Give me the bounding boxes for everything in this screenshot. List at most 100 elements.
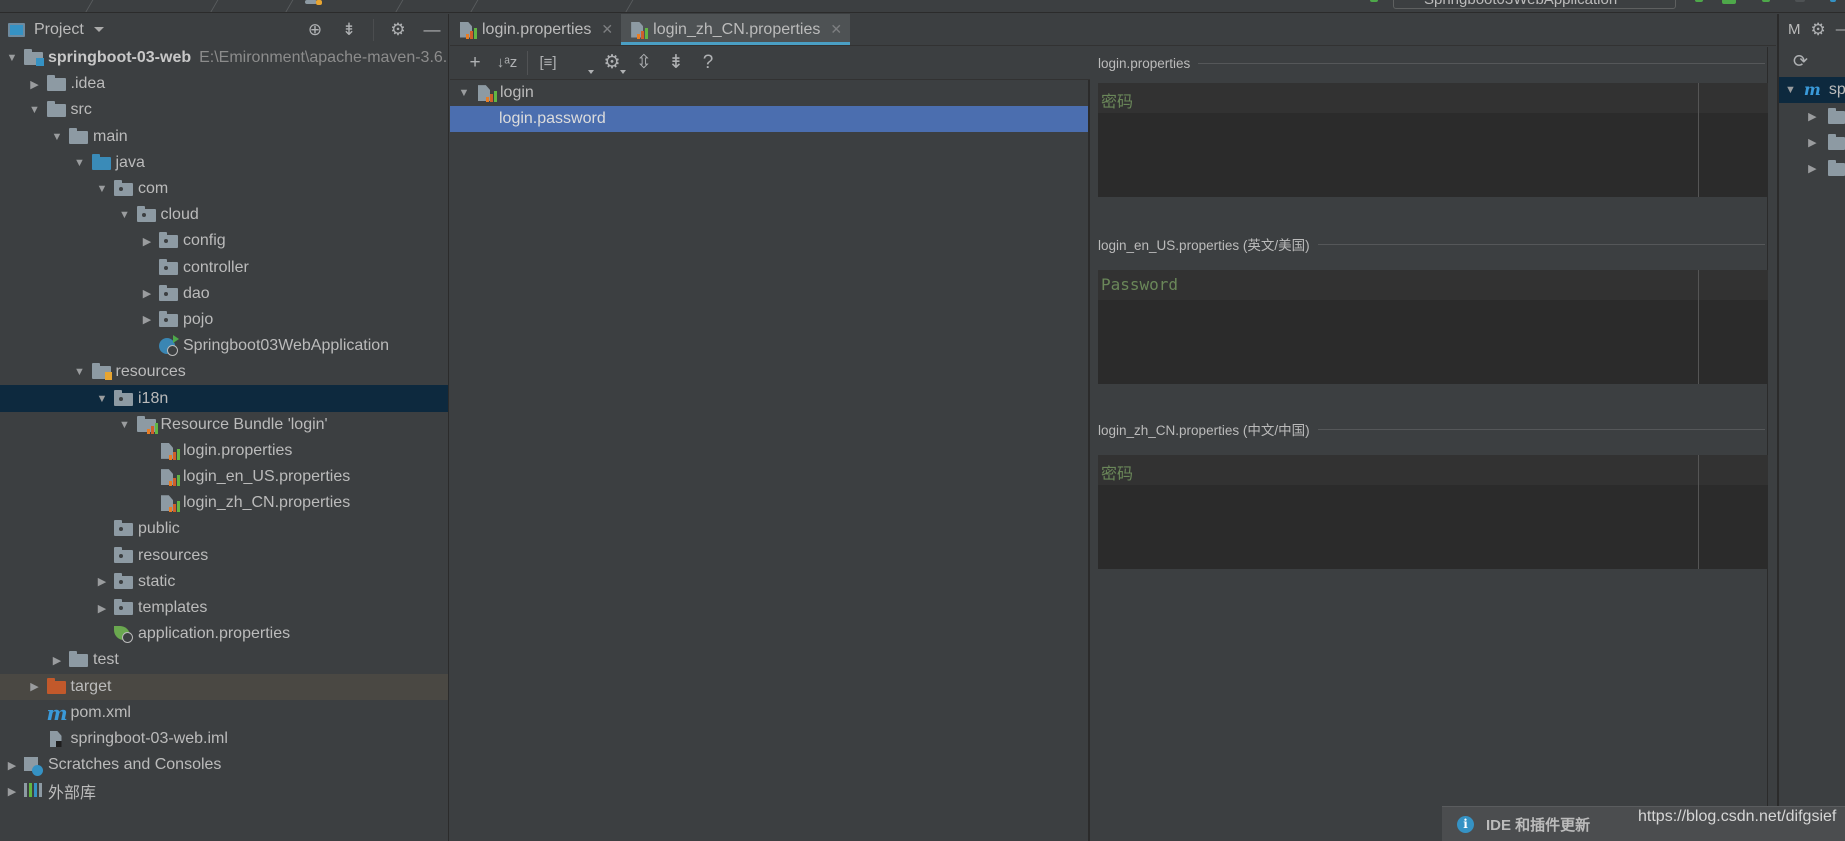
notification-text[interactable]: IDE 和插件更新 xyxy=(1486,814,1590,835)
collapse-arrow-icon[interactable]: ▶ xyxy=(139,233,155,249)
collapse-all-icon[interactable]: ⇟ xyxy=(339,20,359,40)
run-icon[interactable] xyxy=(1695,0,1703,2)
refresh-icon[interactable]: ⟳ xyxy=(1779,45,1845,77)
tree-item[interactable]: controller xyxy=(0,255,448,281)
tree-item[interactable]: ▶ test xyxy=(0,647,448,673)
expand-arrow-icon[interactable]: ▼ xyxy=(72,155,88,171)
tree-item[interactable]: resources xyxy=(0,543,448,569)
minimize-icon[interactable]: — xyxy=(422,20,442,40)
expand-arrow-icon[interactable]: ▼ xyxy=(4,50,20,66)
property-key-login-password[interactable]: login.password xyxy=(450,106,1088,133)
structure-icon[interactable] xyxy=(1830,0,1836,2)
project-view-selector[interactable]: Project xyxy=(34,21,84,39)
expand-arrow-icon[interactable]: ▼ xyxy=(456,85,472,101)
expand-arrow-icon[interactable]: ▶ xyxy=(1805,160,1820,176)
chevron-down-icon[interactable] xyxy=(93,27,104,32)
tree-item[interactable]: public xyxy=(0,516,448,542)
debug-icon[interactable] xyxy=(1722,0,1736,4)
maven-lifecycle-row[interactable]: ▶ xyxy=(1779,103,1845,129)
gear-icon[interactable]: ⚙ xyxy=(596,49,628,77)
expand-all-icon[interactable]: ⇳ xyxy=(628,49,660,77)
dropdown-icon[interactable] xyxy=(564,49,596,77)
property-value[interactable]: Password xyxy=(1101,275,1178,294)
tree-item[interactable]: ▼ main xyxy=(0,124,448,150)
tree-item[interactable]: application.properties xyxy=(0,621,448,647)
expand-arrow-icon[interactable]: ▶ xyxy=(1805,108,1820,124)
collapse-arrow-icon[interactable]: ▶ xyxy=(94,600,110,616)
collapse-arrow-icon[interactable]: ▶ xyxy=(139,312,155,328)
collapse-arrow-icon[interactable]: ▶ xyxy=(4,783,20,799)
minimize-icon[interactable]: — xyxy=(1836,21,1845,38)
run-configuration-selector[interactable]: Springboot03WebApplication xyxy=(1393,0,1676,9)
value-editor[interactable]: Password xyxy=(1098,270,1768,384)
tree-item[interactable]: ▶ .idea xyxy=(0,71,448,97)
tree-item-label: config xyxy=(183,232,226,250)
add-icon[interactable]: + xyxy=(459,49,491,77)
tree-item[interactable]: springboot-03-web.iml xyxy=(0,726,448,752)
locate-icon[interactable]: ⊕ xyxy=(305,20,325,40)
tree-item[interactable]: ▶ target xyxy=(0,673,448,700)
group-icon[interactable]: [≡] xyxy=(532,49,564,77)
collapse-all-icon[interactable]: ⇟ xyxy=(660,49,692,77)
tree-item[interactable]: ▼ cloud xyxy=(0,202,448,228)
tree-item[interactable]: m pom.xml xyxy=(0,700,448,726)
tree-item[interactable]: ▶ pojo xyxy=(0,307,448,333)
folder-icon xyxy=(69,127,89,145)
collapse-arrow-icon[interactable]: ▶ xyxy=(4,757,20,773)
property-value[interactable]: 密码 xyxy=(1101,88,1133,112)
close-icon[interactable]: ✕ xyxy=(830,21,842,38)
maven-project-row[interactable]: ▼ m sp xyxy=(1779,77,1845,103)
build-icon[interactable] xyxy=(1370,0,1378,2)
tree-item[interactable]: login_en_US.properties xyxy=(0,464,448,490)
expand-arrow-icon[interactable]: ▶ xyxy=(1805,134,1820,150)
tree-item[interactable]: ▶ Scratches and Consoles xyxy=(0,752,448,778)
tree-item[interactable]: ▼ com xyxy=(0,176,448,202)
tab-login-zh-cn-properties[interactable]: login_zh_CN.properties ✕ xyxy=(621,14,851,45)
collapse-arrow-icon[interactable]: ▶ xyxy=(27,76,43,92)
package-icon xyxy=(159,284,179,302)
tree-item[interactable]: ▶ config xyxy=(0,228,448,254)
help-icon[interactable]: ? xyxy=(692,49,724,77)
collapse-arrow-icon[interactable]: ▶ xyxy=(94,574,110,590)
tree-item[interactable]: ▼ Resource Bundle 'login' xyxy=(0,412,448,438)
key-group-login[interactable]: ▼ login xyxy=(450,80,1088,106)
maven-plugins-row[interactable]: ▶ xyxy=(1779,129,1845,155)
expand-arrow-icon[interactable]: ▼ xyxy=(49,129,65,145)
gear-icon[interactable]: ⚙ xyxy=(1811,20,1826,40)
tree-item[interactable]: ▶ dao xyxy=(0,281,448,307)
gear-icon[interactable]: ⚙ xyxy=(388,20,408,40)
tree-item[interactable]: ▶ templates xyxy=(0,595,448,621)
properties-file-icon xyxy=(460,21,477,39)
collapse-arrow-icon[interactable]: ▶ xyxy=(49,652,65,668)
expand-arrow-icon[interactable]: ▼ xyxy=(27,102,43,118)
stop-icon[interactable] xyxy=(1795,0,1805,2)
tree-item[interactable]: ▼ resources xyxy=(0,359,448,385)
tree-item[interactable]: ▶ 外部库 xyxy=(0,778,448,804)
folder-icon xyxy=(46,75,67,92)
value-editor[interactable]: 密码 xyxy=(1098,83,1768,197)
property-values-panel: login.properties 密码 login_en_US.properti… xyxy=(1098,47,1768,841)
tab-login-properties[interactable]: login.properties ✕ xyxy=(450,14,621,45)
tree-item[interactable]: ▼ java xyxy=(0,150,448,176)
tree-item[interactable]: ▼ src xyxy=(0,97,448,123)
tree-item[interactable]: login_zh_CN.properties xyxy=(0,490,448,516)
expand-arrow-icon[interactable]: ▼ xyxy=(1785,82,1796,98)
maven-dependencies-row[interactable]: ▶ xyxy=(1779,155,1845,181)
close-icon[interactable]: ✕ xyxy=(601,21,613,38)
sort-alpha-icon[interactable]: ↓ᵃz xyxy=(491,49,523,77)
property-value[interactable]: 密码 xyxy=(1101,460,1133,484)
tree-item[interactable]: ▼ i18n xyxy=(0,385,448,412)
expand-arrow-icon[interactable]: ▼ xyxy=(117,417,133,433)
tree-item[interactable]: Springboot03WebApplication xyxy=(0,333,448,359)
coverage-icon[interactable] xyxy=(1762,0,1770,2)
collapse-arrow-icon[interactable]: ▶ xyxy=(139,286,155,302)
tree-item[interactable]: ▶ static xyxy=(0,569,448,595)
tree-item[interactable]: login.properties xyxy=(0,438,448,464)
tree-root[interactable]: ▼ springboot-03-web E:\Emironment\apache… xyxy=(0,45,448,71)
expand-arrow-icon[interactable]: ▼ xyxy=(72,364,88,380)
expand-arrow-icon[interactable]: ▼ xyxy=(94,391,110,407)
value-editor[interactable]: 密码 xyxy=(1098,455,1768,569)
collapse-arrow-icon[interactable]: ▶ xyxy=(27,679,43,695)
expand-arrow-icon[interactable]: ▼ xyxy=(94,181,110,197)
expand-arrow-icon[interactable]: ▼ xyxy=(117,207,133,223)
